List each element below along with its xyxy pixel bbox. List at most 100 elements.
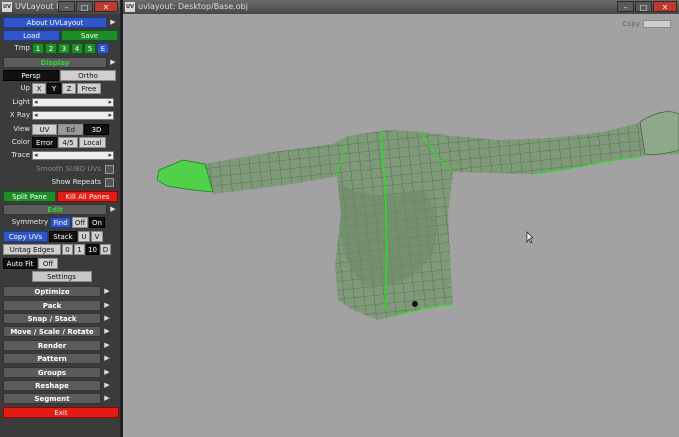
arrow-icon[interactable]: ▶ [102, 313, 112, 324]
color-label: Color [11, 138, 30, 147]
persp-button[interactable]: Persp [3, 70, 59, 82]
render-section-button[interactable]: Render [3, 339, 101, 351]
up-z-button[interactable]: Z [62, 83, 76, 95]
color-error-button[interactable]: Error [32, 137, 57, 149]
tmp-slot-4[interactable]: 4 [71, 43, 83, 55]
edge-value-1[interactable]: 1 [74, 244, 85, 256]
stack-v-button[interactable]: V [91, 230, 103, 242]
tmp-slot-3[interactable]: 3 [58, 43, 70, 55]
maximize-button[interactable]: □ [76, 1, 93, 12]
view-3d-button[interactable]: 3D [84, 123, 109, 135]
left-hand-mesh [156, 159, 214, 193]
symmetry-on-button[interactable]: On [89, 217, 105, 229]
kill-all-panes-button[interactable]: Kill All Panes [57, 190, 118, 202]
uvlayout-app-icon: UV [2, 2, 12, 12]
exit-button[interactable]: Exit [3, 407, 119, 419]
close-button[interactable]: ✕ [94, 1, 118, 12]
viewport-title: uvlayout: Desktop/Base.obj [138, 2, 248, 11]
up-free-button[interactable]: Free [77, 83, 101, 95]
arrow-left-icon[interactable]: ◂ [34, 98, 38, 107]
tmp-label: Tmp [14, 44, 30, 53]
stack-u-button[interactable]: U [78, 230, 90, 242]
arrow-right-icon[interactable]: ▸ [108, 111, 112, 120]
snap-stack-section-button[interactable]: Snap / Stack [3, 313, 101, 325]
edit-section-header[interactable]: Edit [3, 203, 107, 215]
arrow-icon[interactable]: ▶ [102, 300, 112, 311]
smooth-subd-label: Smooth SUBD UVs [36, 164, 101, 173]
view-ed-button[interactable]: Ed [58, 123, 83, 135]
maximize-button[interactable]: □ [635, 1, 652, 12]
tmp-slot-1[interactable]: 1 [32, 43, 44, 55]
viewport-titlebar[interactable]: UV uvlayout: Desktop/Base.obj – □ ✕ [123, 0, 679, 14]
copy-uvs-button[interactable]: Copy UVs [3, 230, 48, 242]
color-45-button[interactable]: 4/5 [58, 137, 78, 149]
show-repeats-label: Show Repeats [51, 178, 101, 187]
right-hand-mesh [639, 111, 679, 155]
color-local-button[interactable]: Local [79, 137, 106, 149]
minimize-button[interactable]: – [617, 1, 634, 12]
3d-viewport[interactable]: Copy [123, 14, 679, 437]
groups-section-button[interactable]: Groups [3, 366, 101, 378]
arrow-icon[interactable]: ▶ [102, 380, 112, 391]
reshape-section-button[interactable]: Reshape [3, 380, 101, 392]
pack-section-button[interactable]: Pack [3, 299, 101, 311]
settings-button[interactable]: Settings [31, 270, 92, 282]
tmp-slot-5[interactable]: 5 [84, 43, 96, 55]
arrow-icon[interactable]: ▶ [102, 286, 112, 297]
stack-button[interactable]: Stack [49, 230, 77, 242]
arrow-right-icon[interactable]: ▸ [108, 151, 112, 160]
panel-titlebar[interactable]: UV UVLayout 8... – □ ✕ [0, 0, 120, 14]
auto-fit-button[interactable]: Auto Fit [3, 257, 37, 269]
about-uvlayout-button[interactable]: About UVLayout [3, 16, 107, 28]
arrow-icon[interactable]: ▶ [102, 353, 112, 364]
symmetry-find-button[interactable]: Find [50, 217, 71, 229]
up-x-button[interactable]: X [32, 83, 46, 95]
arrow-left-icon[interactable]: ◂ [34, 151, 38, 160]
tmp-slot-2[interactable]: 2 [45, 43, 57, 55]
arrow-icon[interactable]: ▶ [108, 17, 118, 28]
arrow-icon[interactable]: ▶ [102, 340, 112, 351]
ortho-button[interactable]: Ortho [60, 70, 116, 82]
minimize-button[interactable]: – [58, 1, 75, 12]
pattern-section-button[interactable]: Pattern [3, 353, 101, 365]
character-mesh[interactable] [123, 14, 679, 437]
load-button[interactable]: Load [3, 29, 60, 41]
up-label: Up [20, 84, 30, 93]
display-section-header[interactable]: Display [3, 56, 107, 68]
control-panel: About UVLayout ▶ Load Save Tmp 1 2 3 4 5… [3, 16, 120, 420]
tmp-slot-e[interactable]: E [97, 43, 109, 55]
arrow-left-icon[interactable]: ◂ [34, 111, 38, 120]
trace-label: Trace [11, 151, 30, 160]
arrow-icon[interactable]: ▶ [102, 326, 112, 337]
arrow-icon[interactable]: ▶ [108, 204, 118, 215]
edge-value-0[interactable]: 0 [62, 244, 73, 256]
symmetry-off-button[interactable]: Off [72, 217, 88, 229]
view-uv-button[interactable]: UV [32, 123, 57, 135]
trace-slider[interactable]: ◂ ▸ [32, 151, 114, 161]
edge-value-d[interactable]: D [100, 244, 111, 256]
optimize-section-button[interactable]: Optimize [3, 286, 101, 298]
up-y-button[interactable]: Y [47, 83, 61, 95]
close-button[interactable]: ✕ [653, 1, 677, 12]
segment-section-button[interactable]: Segment [3, 393, 101, 405]
arrow-right-icon[interactable]: ▸ [108, 98, 112, 107]
edge-value-10[interactable]: 10 [86, 244, 99, 256]
auto-fit-off-button[interactable]: Off [38, 257, 58, 269]
save-button[interactable]: Save [61, 29, 118, 41]
move-scale-rotate-section-button[interactable]: Move / Scale / Rotate [3, 326, 101, 338]
light-slider[interactable]: ◂ ▸ [32, 97, 114, 107]
show-repeats-checkbox[interactable] [105, 178, 114, 188]
smooth-subd-checkbox[interactable] [105, 164, 114, 174]
uvlayout-viewport-window: UV uvlayout: Desktop/Base.obj – □ ✕ Copy [123, 0, 679, 437]
mesh-point-marker [412, 301, 418, 307]
mouse-cursor-icon [526, 231, 534, 244]
split-pane-button[interactable]: Split Pane [3, 190, 56, 202]
xray-slider[interactable]: ◂ ▸ [32, 111, 114, 121]
arrow-icon[interactable]: ▶ [102, 367, 112, 378]
symmetry-label: Symmetry [11, 218, 48, 227]
mesh-render[interactable] [123, 14, 679, 437]
arrow-icon[interactable]: ▶ [102, 393, 112, 404]
untag-edges-button[interactable]: Untag Edges [3, 244, 61, 256]
arrow-icon[interactable]: ▶ [108, 57, 118, 68]
xray-label: X Ray [9, 111, 30, 120]
